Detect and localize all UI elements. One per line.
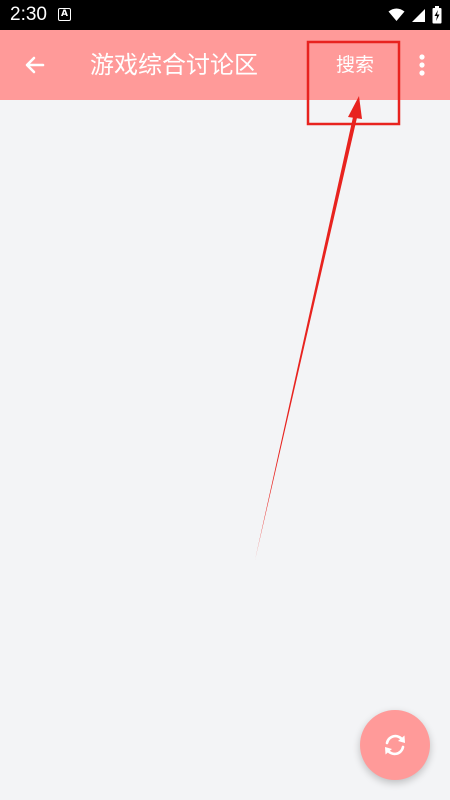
battery-charging-icon: [432, 6, 442, 24]
back-button[interactable]: [16, 46, 54, 84]
page-title: 游戏综合讨论区: [90, 51, 258, 79]
wifi-icon: [388, 8, 405, 21]
status-icons: [388, 6, 442, 24]
accessibility-a-icon: A: [58, 8, 71, 21]
refresh-icon: [385, 734, 405, 756]
search-button[interactable]: 搜索: [322, 50, 388, 80]
status-time: 2:30: [10, 4, 47, 25]
refresh-button[interactable]: [360, 710, 430, 780]
signal-icon: [412, 8, 425, 22]
status-bar: 2:30 A: [0, 0, 450, 30]
app-bar: 游戏综合讨论区 搜索: [0, 30, 450, 100]
app-screen: 2:30 A 游戏综合讨论区 搜索: [0, 0, 450, 800]
content-area: [0, 100, 450, 800]
more-vertical-icon: [419, 54, 425, 76]
arrow-left-icon: [25, 56, 45, 74]
more-options-button[interactable]: [408, 46, 436, 84]
